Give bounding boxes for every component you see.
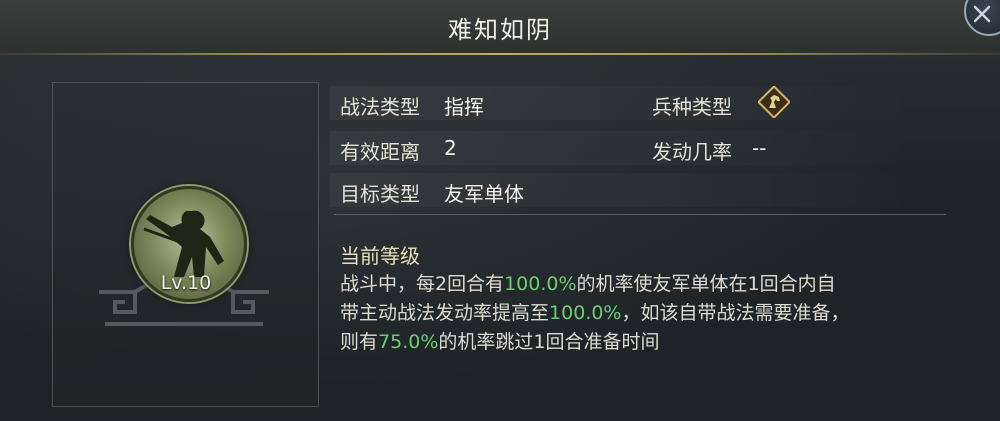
target-type-label: 目标类型 [340,182,420,206]
description-text: 战斗中，每2回合有 [340,273,505,295]
description-text: 则有 [340,331,379,353]
highlight-value: 100.0% [549,302,622,324]
unit-type-label: 兵种类型 [652,95,732,119]
highlight-value: 75.0% [378,331,439,353]
description-text: 的机率使友军单体在1回合内自 [576,273,836,295]
level-label: Lv.10 [160,272,212,294]
trigger-rate-value: -- [752,136,767,160]
tactic-description: 战斗中，每2回合有100.0%的机率使友军单体在1回合内自 带主动战法发动率提高… [340,270,940,357]
description-text: ，如该自带战法需要准备， [621,302,850,324]
description-text: 带主动战法发动率提高至 [340,302,550,324]
highlight-value: 100.0% [504,273,577,295]
range-label: 有效距离 [340,140,420,164]
title-divider [0,53,1000,55]
section-divider [334,214,946,215]
description-line: 则有75.0%的机率跳过1回合准备时间 [340,328,940,357]
description-line: 战斗中，每2回合有100.0%的机率使友军单体在1回合内自 [340,270,940,299]
trigger-rate-label: 发动几率 [652,140,732,164]
tactic-type-value: 指挥 [444,95,484,119]
close-icon [973,5,991,23]
range-value: 2 [444,136,457,160]
description-line: 带主动战法发动率提高至100.0%，如该自带战法需要准备， [340,299,940,328]
target-type-value: 友军单体 [444,182,524,206]
cavalry-horse-icon [758,86,790,118]
tactic-type-label: 战法类型 [340,95,420,119]
current-level-heading: 当前等级 [340,244,420,268]
tactic-detail-panel: 难知如阴 Lv.10 战法类型 指挥 有效距离 2 目标类型 友军单体 兵种类型… [0,0,1000,421]
tactic-title: 难知如阴 [448,16,552,44]
description-text: 的机率跳过1回合准备时间 [438,331,660,353]
